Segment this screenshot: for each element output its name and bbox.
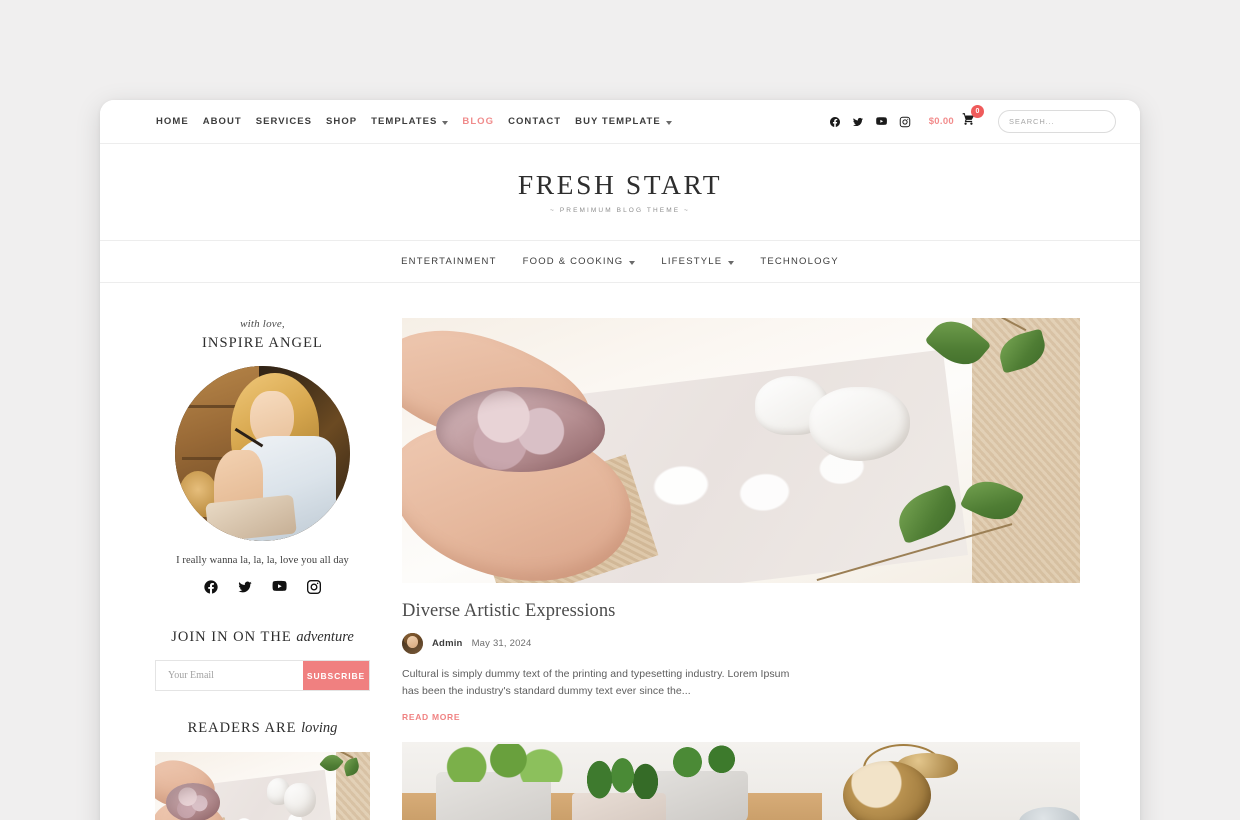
about-tagline: I really wanna la, la, la, love you all … xyxy=(176,555,349,566)
sidebar-social-links xyxy=(203,578,322,600)
catnav-item-food-and-cooking[interactable]: FOOD & COOKING xyxy=(523,256,636,267)
chevron-down-icon xyxy=(442,120,449,125)
nav-item-home[interactable]: HOME xyxy=(156,116,203,127)
nav-item-shop[interactable]: SHOP xyxy=(326,116,371,127)
nav-item-services[interactable]: SERVICES xyxy=(256,116,326,127)
facebook-icon[interactable] xyxy=(829,116,841,128)
page-content: with love, INSPIRE ANGEL I really wanna … xyxy=(100,283,1140,820)
sidebar: with love, INSPIRE ANGEL I really wanna … xyxy=(155,318,370,820)
post-card xyxy=(402,742,1080,820)
nav-label: CONTACT xyxy=(508,116,562,127)
readers-title-italic: loving xyxy=(301,720,338,736)
nav-label: ABOUT xyxy=(202,116,242,127)
nav-item-about[interactable]: ABOUT xyxy=(203,116,256,127)
header-search[interactable] xyxy=(998,110,1116,133)
chevron-down-icon xyxy=(629,260,636,265)
catnav-item-entertainment[interactable]: ENTERTAINMENT xyxy=(401,256,496,267)
cart-count-badge: 0 xyxy=(971,105,984,118)
post-featured-image[interactable] xyxy=(402,318,1080,583)
category-navigation: ENTERTAINMENT FOOD & COOKING LIFESTYLE T… xyxy=(100,241,1140,283)
facebook-icon[interactable] xyxy=(203,579,219,600)
about-author-name: INSPIRE ANGEL xyxy=(201,335,324,351)
subscribe-button[interactable]: SUBSCRIBE xyxy=(303,661,369,690)
avatar-artwork xyxy=(175,366,350,541)
subscribe-widget-title: JOIN IN ON THE adventure xyxy=(171,629,354,646)
post-list: Diverse Artistic Expressions Admin May 3… xyxy=(402,318,1080,820)
post-date: May 31, 2024 xyxy=(471,638,532,649)
twitter-icon[interactable] xyxy=(852,116,864,128)
nav-item-templates[interactable]: TEMPLATES xyxy=(371,116,462,127)
site-title[interactable]: FRESH START xyxy=(518,170,722,201)
nav-label: BUY TEMPLATE xyxy=(575,116,661,127)
cart-widget[interactable]: $0.00 0 xyxy=(928,105,984,131)
chevron-down-icon xyxy=(665,120,672,125)
chevron-down-icon xyxy=(728,260,735,265)
shopping-cart-icon[interactable]: 0 xyxy=(961,105,984,131)
read-more-link[interactable]: READ MORE xyxy=(402,712,460,722)
instagram-icon[interactable] xyxy=(899,116,911,128)
post-card: Diverse Artistic Expressions Admin May 3… xyxy=(402,318,1080,725)
post-image-artwork xyxy=(402,742,1080,820)
catnav-label: FOOD & COOKING xyxy=(522,256,624,267)
subscribe-title-plain: JOIN IN ON THE xyxy=(171,629,297,645)
nav-label: SERVICES xyxy=(255,116,313,127)
twitter-icon[interactable] xyxy=(237,579,253,600)
header-utilities: $0.00 0 xyxy=(829,105,1116,133)
readers-widget-title: READERS ARE loving xyxy=(188,720,338,737)
post-meta: Admin May 31, 2024 xyxy=(402,633,1080,654)
site-tagline: ~ PREMIMUM BLOG THEME ~ xyxy=(550,206,690,214)
top-header-bar: HOME ABOUT SERVICES SHOP TEMPLATES BLOG … xyxy=(100,100,1140,144)
about-eyebrow: with love, xyxy=(240,318,285,330)
header-social-links xyxy=(829,115,911,128)
readers-image-artwork xyxy=(155,752,370,820)
subscribe-form[interactable]: SUBSCRIBE xyxy=(155,660,370,691)
author-avatar xyxy=(402,633,423,654)
catnav-label: LIFESTYLE xyxy=(661,256,723,267)
post-author[interactable]: Admin xyxy=(432,638,463,649)
readers-gallery-image[interactable] xyxy=(155,752,370,820)
search-input[interactable] xyxy=(999,111,1115,132)
post-excerpt: Cultural is simply dummy text of the pri… xyxy=(402,668,790,697)
nav-item-buy-template[interactable]: BUY TEMPLATE xyxy=(575,116,686,127)
website-card: HOME ABOUT SERVICES SHOP TEMPLATES BLOG … xyxy=(100,100,1140,820)
nav-item-contact[interactable]: CONTACT xyxy=(508,116,575,127)
youtube-icon[interactable] xyxy=(271,578,288,600)
post-featured-image[interactable] xyxy=(402,742,1080,820)
site-logo-band: FRESH START ~ PREMIMUM BLOG THEME ~ xyxy=(100,144,1140,241)
primary-navigation: HOME ABOUT SERVICES SHOP TEMPLATES BLOG … xyxy=(156,116,686,127)
nav-label: BLOG xyxy=(462,116,495,127)
nav-label: HOME xyxy=(156,116,189,127)
readers-title-plain: READERS ARE xyxy=(187,720,302,736)
catnav-item-lifestyle[interactable]: LIFESTYLE xyxy=(661,256,735,267)
subscribe-title-italic: adventure xyxy=(296,629,354,645)
cart-total: $0.00 xyxy=(928,116,954,127)
email-field[interactable] xyxy=(156,661,303,690)
catnav-label: ENTERTAINMENT xyxy=(401,256,497,267)
author-avatar-artwork xyxy=(402,633,423,654)
avatar xyxy=(175,366,350,541)
catnav-item-technology[interactable]: TECHNOLOGY xyxy=(760,256,839,267)
nav-label: SHOP xyxy=(326,116,358,127)
post-image-artwork xyxy=(402,318,1080,583)
nav-label: TEMPLATES xyxy=(371,116,438,127)
youtube-icon[interactable] xyxy=(875,115,888,128)
catnav-label: TECHNOLOGY xyxy=(760,256,839,267)
instagram-icon[interactable] xyxy=(306,579,322,600)
post-title[interactable]: Diverse Artistic Expressions xyxy=(402,601,1080,622)
nav-item-blog[interactable]: BLOG xyxy=(462,116,508,127)
screen: HOME ABOUT SERVICES SHOP TEMPLATES BLOG … xyxy=(0,0,1240,820)
